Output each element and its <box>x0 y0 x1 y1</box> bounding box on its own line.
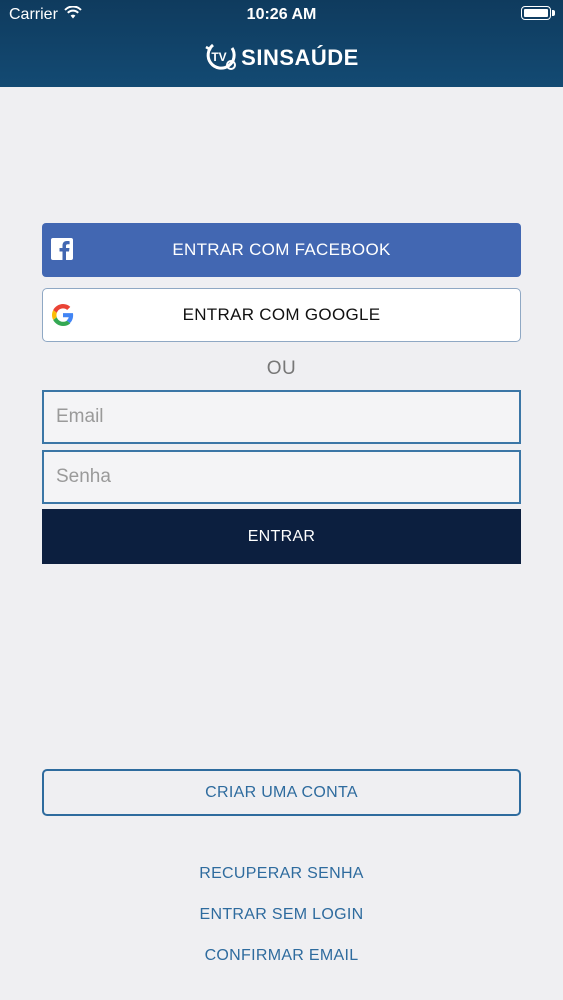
create-account-button[interactable]: CRIAR UMA CONTA <box>42 769 521 816</box>
app-header: Carrier 10:26 AM TV SINSAÚDE <box>0 0 563 87</box>
login-button[interactable]: ENTRAR <box>42 509 521 564</box>
facebook-login-button[interactable]: ENTRAR COM FACEBOOK <box>42 223 521 277</box>
google-login-button[interactable]: ENTRAR COM GOOGLE <box>42 288 521 342</box>
logo-text: SINSAÚDE <box>241 45 359 70</box>
facebook-icon <box>51 238 73 260</box>
google-icon <box>52 304 74 326</box>
email-field[interactable] <box>42 390 521 444</box>
recover-password-link[interactable]: RECUPERAR SENHA <box>0 865 563 883</box>
tv-logo-icon: TV <box>204 40 238 77</box>
facebook-login-label: ENTRAR COM FACEBOOK <box>172 240 391 259</box>
enter-without-login-link[interactable]: ENTRAR SEM LOGIN <box>0 906 563 924</box>
app-logo: TV SINSAÚDE <box>0 40 563 76</box>
status-time: 10:26 AM <box>246 6 317 23</box>
status-bar: Carrier 10:26 AM <box>0 0 563 30</box>
confirm-email-link[interactable]: CONFIRMAR EMAIL <box>0 947 563 965</box>
google-login-label: ENTRAR COM GOOGLE <box>182 305 381 324</box>
password-field[interactable] <box>42 450 521 504</box>
logo-badge-text: TV <box>211 50 226 64</box>
battery-icon <box>521 6 555 20</box>
or-divider: OU <box>266 358 297 379</box>
